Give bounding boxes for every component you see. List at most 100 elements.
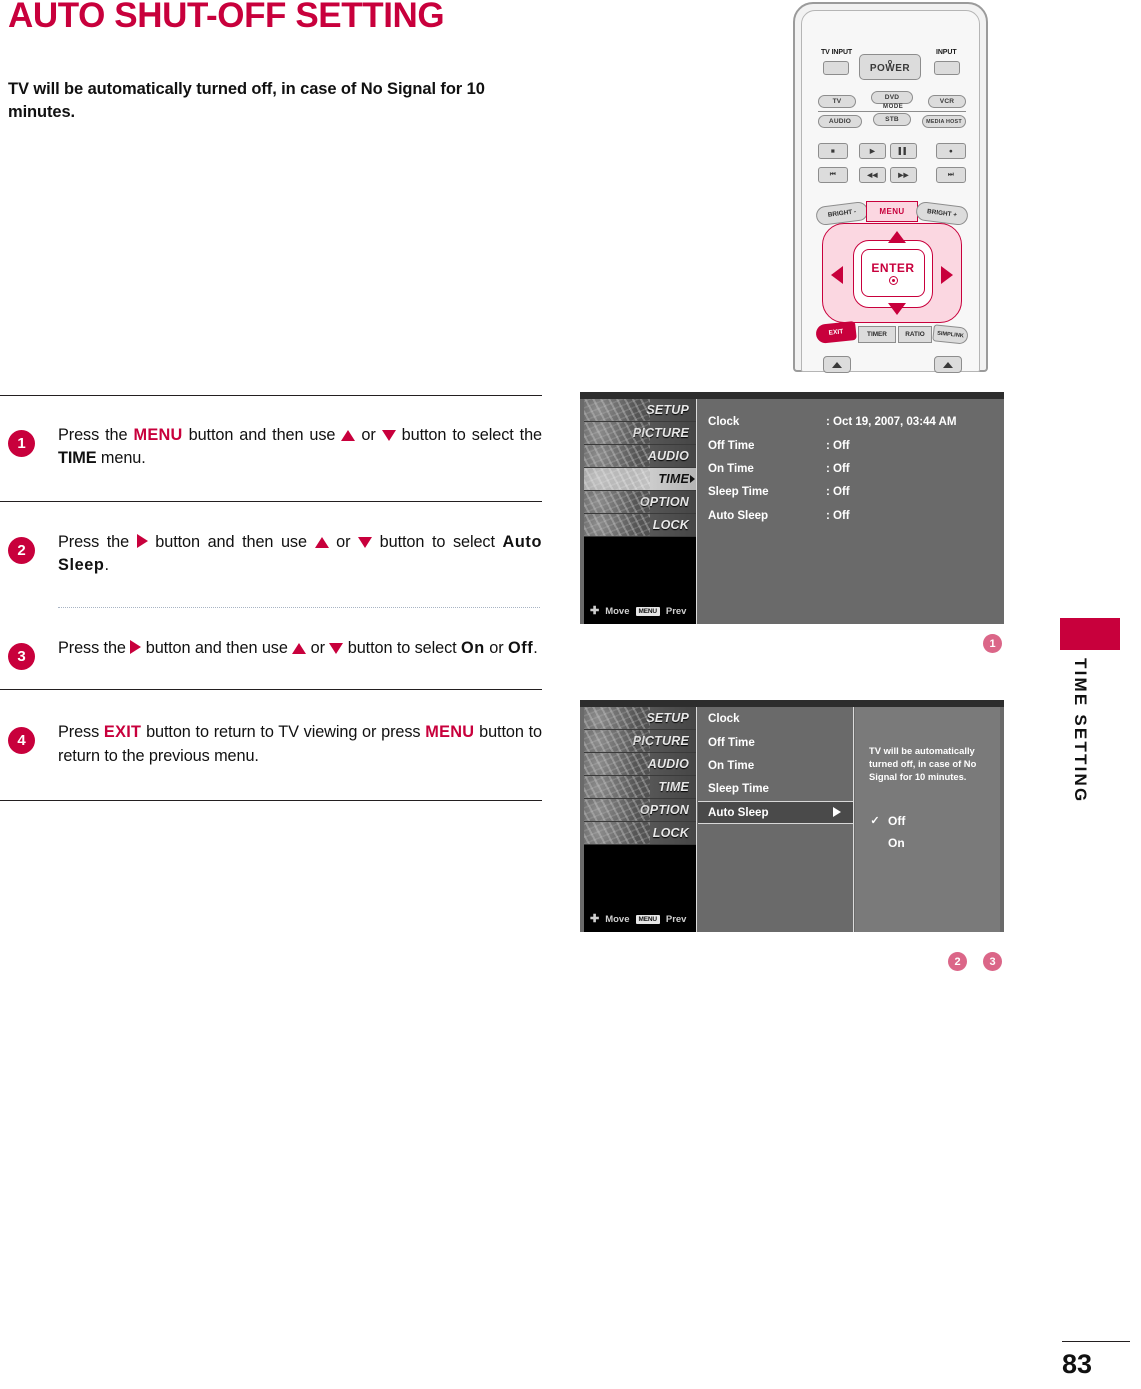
callout-step-3: 3 [983, 952, 1002, 971]
osd-setting-row[interactable]: Off Time [698, 730, 853, 753]
osd-setting-row[interactable]: Clock : Oct 19, 2007, 03:44 AM [708, 410, 1004, 433]
osd-sidebar-item-label: SETUP [646, 403, 689, 417]
osd-sidebar-item-lock[interactable]: LOCK [584, 822, 696, 845]
osd-setting-value: : Off [826, 438, 850, 452]
osd-sidebar-item-setup[interactable]: SETUP [584, 707, 696, 730]
volume-up-button [934, 356, 962, 373]
osd-sidebar-item-time[interactable]: TIME [584, 468, 696, 491]
osd-setting-row[interactable]: Sleep Time: Off [708, 480, 1004, 503]
arrow-left-icon [831, 266, 843, 284]
osd-setting-value: : Off [826, 461, 850, 475]
osd-screenshot-auto-sleep: SETUP PICTURE AUDIO TIME OPTION LOCK ✚ Move MENU… [580, 700, 1004, 932]
step-number-badge: 3 [8, 642, 35, 670]
menu-button-highlight: MENU [866, 201, 918, 222]
callout-step-1: 1 [983, 634, 1002, 653]
osd-setting-label: Off Time [708, 438, 755, 452]
remote-control-illustration: TV INPUT INPUT POWER TV DVD VCR MODE AUD… [793, 2, 988, 373]
osd-setting-label: Clock [708, 415, 740, 429]
osd-sidebar-item-setup[interactable]: SETUP [584, 399, 696, 422]
tv-input-button [823, 61, 849, 75]
step-4-text: Press EXIT button to return to TV viewin… [58, 723, 542, 765]
osd-sidebar: SETUP PICTURE AUDIO TIME OPTION LOCK ✚ Move MENU… [584, 399, 697, 624]
chevron-right-icon [690, 475, 695, 483]
osd-sidebar-item-option[interactable]: OPTION [584, 799, 696, 822]
osd-setting-label: Off Time [708, 735, 755, 749]
osd-sidebar-item-audio[interactable]: AUDIO [584, 753, 696, 776]
osd-footer-prev-label: Prev [665, 913, 687, 925]
side-tab-marker [1060, 618, 1120, 650]
osd-footer-move-label: Move [605, 605, 630, 617]
step-number-badge: 1 [8, 430, 35, 457]
step-2: 2 Press the button and then use or butto… [0, 502, 542, 607]
osd-sidebar-item-lock[interactable]: LOCK [584, 514, 696, 537]
page-number: 83 [1062, 1349, 1093, 1379]
osd-footer-hints: ✚ Move MENU Prev [584, 602, 696, 620]
osd-setting-row[interactable]: Clock [698, 707, 853, 730]
osd-sidebar-icon [584, 422, 650, 444]
mode-button-group: TV DVD VCR MODE AUDIO STB MEDIA HOST [818, 91, 966, 133]
osd-setting-row[interactable]: On Time: Off [708, 457, 1004, 480]
osd-sidebar-icon [584, 707, 650, 729]
osd-setting-row[interactable]: Off Time : Off [708, 433, 1004, 456]
transport-row-bottom: ⏮ ◀◀ ▶▶ ⏭ [818, 167, 966, 183]
osd-footer-hints: ✚ Move MENU Prev [584, 910, 696, 928]
tv-input-label: TV INPUT [821, 49, 853, 56]
arrow-down-icon [888, 303, 906, 315]
osd-sidebar: SETUP PICTURE AUDIO TIME OPTION LOCK ✚ Move MENU… [584, 707, 697, 932]
osd-setting-label: Sleep Time [708, 485, 769, 499]
enter-dot-icon [888, 276, 898, 285]
osd-settings-list: Clock : Oct 19, 2007, 03:44 AM Off Time : O… [698, 399, 1004, 624]
osd-sidebar-item-audio[interactable]: AUDIO [584, 445, 696, 468]
osd-setting-row[interactable]: On Time [698, 754, 853, 777]
osd-footer-move-label: Move [605, 913, 630, 925]
source-button-dvd: DVD [871, 91, 913, 104]
step-4: 4 Press EXIT button to return to TV view… [0, 690, 542, 800]
osd-screenshot-time-menu: SETUP PICTURE AUDIO TIME OPTION LOCK ✚ Move MENU… [580, 392, 1004, 624]
arrow-right-icon [130, 639, 142, 654]
osd-sidebar-icon [584, 399, 650, 421]
osd-option-list: ✓ Off On [869, 810, 986, 854]
pause-icon: ▌▌ [890, 143, 917, 159]
source-button-media-host: MEDIA HOST [922, 115, 966, 128]
osd-footer-prev-label: Prev [665, 605, 687, 617]
mode-divider [818, 111, 966, 112]
step-number-badge: 2 [8, 536, 35, 564]
osd-setting-label: Sleep Time [708, 782, 770, 796]
arrow-down-icon [381, 430, 396, 441]
skip-forward-icon: ⏭ [936, 167, 966, 183]
osd-sidebar-icon [584, 776, 650, 798]
osd-setting-row[interactable]: Sleep Time [698, 777, 853, 800]
arrow-down-icon [329, 642, 344, 654]
channel-up-button [823, 356, 851, 373]
osd-sidebar-icon [584, 822, 650, 844]
checkmark-icon: ✓ [870, 815, 880, 828]
term-emphasis: On [461, 638, 485, 657]
osd-sidebar-icon [584, 514, 650, 536]
osd-setting-label: Auto Sleep [708, 508, 769, 522]
osd-setting-row[interactable]: Auto Sleep [698, 800, 853, 824]
keyword-highlight: MENU [133, 426, 183, 444]
osd-sidebar-item-picture[interactable]: PICTURE [584, 730, 696, 753]
osd-setting-row[interactable]: Auto Sleep: Off [708, 504, 1004, 527]
divider-bottom [0, 800, 542, 802]
step-2-text: Press the button and then use or button … [58, 532, 542, 575]
side-tab-label: TIME SETTING [1071, 658, 1090, 804]
osd-option-row[interactable]: ✓ Off [869, 810, 986, 832]
osd-sidebar-item-picture[interactable]: PICTURE [584, 422, 696, 445]
skip-back-icon: ⏮ [818, 167, 848, 183]
input-label: INPUT [936, 49, 957, 56]
osd-sidebar-icon [584, 468, 650, 490]
record-icon: ● [936, 143, 966, 159]
simplink-button: SIMPLINK [932, 324, 969, 345]
osd-setting-value: : Oct 19, 2007, 03:44 AM [826, 415, 957, 429]
osd-option-row[interactable]: On [869, 832, 986, 854]
instruction-steps: 1 Press the MENU button and then use or … [0, 395, 542, 802]
arrow-up-icon [314, 536, 329, 548]
osd-sidebar-item-time[interactable]: TIME [584, 776, 696, 799]
osd-sidebar-item-label: AUDIO [647, 757, 689, 771]
fast-forward-icon: ▶▶ [890, 167, 917, 183]
osd-sidebar-item-option[interactable]: OPTION [584, 491, 696, 514]
osd-setting-label: On Time [708, 758, 755, 772]
move-icon: ✚ [590, 604, 600, 617]
osd-option-label: Off [888, 813, 906, 828]
